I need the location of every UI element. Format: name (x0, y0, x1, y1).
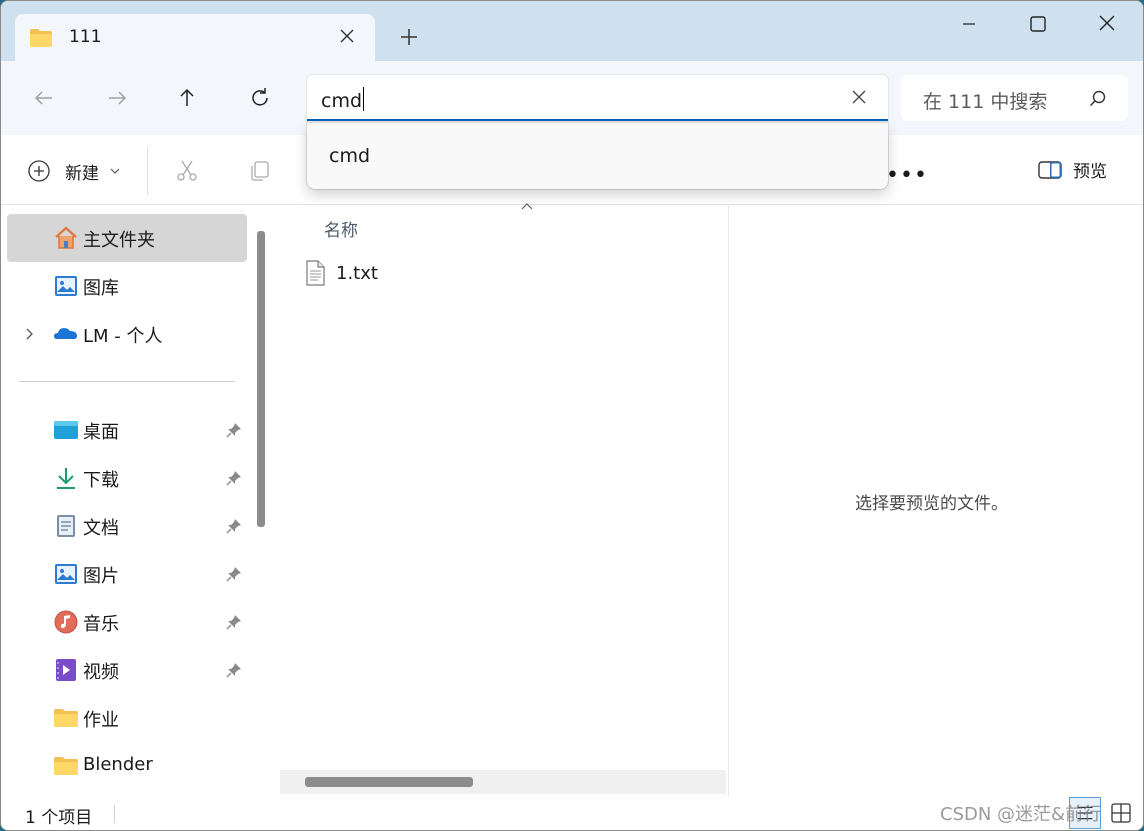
address-value: cmd (321, 90, 363, 112)
plus-circle-icon (28, 160, 50, 182)
sidebar-item-label: 主文件夹 (83, 230, 155, 251)
file-row[interactable]: 1.txt (304, 259, 378, 287)
folder-icon (30, 29, 52, 47)
tiles-view-icon[interactable] (1109, 801, 1133, 825)
search-box[interactable]: 在 111 中搜索 (901, 75, 1128, 121)
pin-icon[interactable] (225, 421, 243, 439)
download-icon (57, 468, 75, 489)
new-tab-icon[interactable] (397, 25, 421, 49)
sidebar-item-label: Blender (83, 754, 153, 775)
sidebar-item-music[interactable]: 音乐 (7, 598, 247, 646)
sidebar-item-label: 视频 (83, 662, 119, 683)
folder-icon (54, 709, 78, 727)
close-icon[interactable] (1084, 9, 1130, 39)
videos-icon (56, 659, 76, 681)
close-tab-icon[interactable] (337, 26, 357, 46)
pin-icon[interactable] (225, 661, 243, 679)
gallery-icon (55, 276, 77, 296)
sidebar-item-desktop[interactable]: 桌面 (7, 406, 247, 454)
sidebar-item-onedrive[interactable]: LM - 个人 (7, 310, 247, 358)
new-button-label: 新建 (65, 163, 99, 184)
search-placeholder: 在 111 中搜索 (923, 91, 1048, 113)
text-caret (363, 87, 365, 111)
clear-icon[interactable] (850, 88, 868, 106)
sidebar-item-videos[interactable]: 视频 (7, 646, 247, 694)
back-arrow-icon[interactable] (31, 85, 57, 111)
desktop-icon (54, 421, 78, 439)
sidebar-item-downloads[interactable]: 下载 (7, 454, 247, 502)
more-options-button[interactable]: ••• (886, 163, 928, 188)
cut-icon[interactable] (175, 159, 199, 183)
preview-label: 预览 (1073, 162, 1107, 182)
sidebar-scrollbar-thumb[interactable] (257, 231, 265, 527)
pin-icon[interactable] (225, 469, 243, 487)
address-text-wrapper: cmd (321, 87, 365, 112)
home-icon (55, 226, 77, 249)
sidebar-item-label: 作业 (83, 710, 119, 731)
sidebar-item-label: 桌面 (83, 422, 119, 443)
item-count: 1 个项目 (25, 808, 93, 828)
tab-title: 111 (69, 27, 102, 47)
navigation-pane: 主文件夹 图库 LM - 个人 桌面 下载 文档 图片 音乐 视频 作业 Ble… (1, 205, 269, 797)
status-separator (114, 805, 115, 823)
suggestion-item[interactable]: cmd (329, 145, 370, 167)
address-suggestions: cmd (307, 123, 888, 189)
sidebar-divider (19, 381, 235, 382)
sidebar-item-label: 音乐 (83, 614, 119, 635)
sidebar-item-label: 图片 (83, 566, 119, 587)
sidebar-item-homework[interactable]: 作业 (7, 694, 247, 742)
pin-icon[interactable] (225, 565, 243, 583)
forward-arrow-icon[interactable] (104, 85, 130, 111)
file-list: 名称 1.txt (276, 203, 728, 797)
documents-icon (57, 515, 75, 537)
music-icon (54, 610, 78, 634)
horizontal-scrollbar-thumb[interactable] (305, 777, 473, 787)
minimize-icon[interactable] (946, 9, 992, 39)
onedrive-icon (54, 328, 77, 339)
sidebar-item-home[interactable]: 主文件夹 (7, 214, 247, 262)
file-name: 1.txt (336, 262, 378, 284)
preview-message: 选择要预览的文件。 (855, 494, 1008, 514)
sidebar-item-label: 文档 (83, 518, 119, 539)
sidebar-item-documents[interactable]: 文档 (7, 502, 247, 550)
chevron-down-icon (110, 168, 120, 174)
folder-icon (54, 757, 78, 775)
maximize-icon[interactable] (1014, 9, 1060, 39)
toolbar-separator (147, 147, 148, 195)
text-file-icon (306, 260, 325, 286)
new-button[interactable]: 新建 (27, 157, 121, 185)
sidebar-item-gallery[interactable]: 图库 (7, 262, 247, 310)
search-icon (1089, 90, 1106, 107)
column-header-name[interactable]: 名称 (324, 216, 358, 241)
file-explorer-window: 111 cmd 在 111 中搜索 新建 ••• 预览 cmd 主文件夹 图库 … (0, 0, 1144, 831)
watermark: CSDN @迷茫&前行 (940, 804, 1102, 825)
sidebar-item-blender[interactable]: Blender (7, 742, 247, 790)
sidebar-item-label: 下载 (83, 470, 119, 491)
address-input[interactable]: cmd (307, 75, 888, 121)
preview-pane: 选择要预览的文件。 (729, 205, 1143, 797)
sidebar-item-pictures[interactable]: 图片 (7, 550, 247, 598)
sort-ascending-icon (521, 203, 533, 210)
sidebar-item-label: LM - 个人 (83, 326, 163, 347)
preview-pane-icon (1038, 160, 1062, 179)
up-arrow-icon[interactable] (174, 85, 200, 111)
preview-button[interactable]: 预览 (1037, 157, 1107, 182)
pin-icon[interactable] (225, 613, 243, 631)
tab-111[interactable]: 111 (15, 14, 375, 64)
sidebar-item-label: 图库 (83, 278, 119, 299)
pictures-icon (55, 564, 77, 584)
title-bar: 111 (1, 1, 1143, 64)
pin-icon[interactable] (225, 517, 243, 535)
copy-icon[interactable] (247, 159, 271, 183)
chevron-right-icon[interactable] (23, 325, 37, 343)
refresh-icon[interactable] (247, 85, 273, 111)
